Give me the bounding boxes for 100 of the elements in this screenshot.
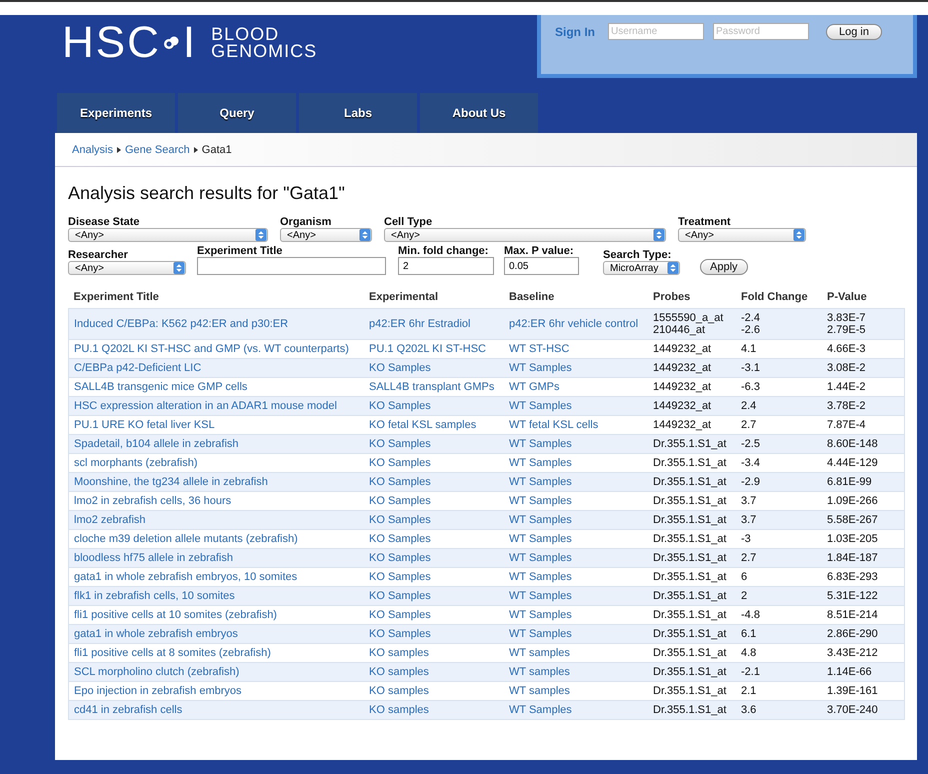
table-link[interactable]: KO Samples (364, 434, 504, 454)
table-link[interactable]: fli1 positive cells at 10 somites (zebrafish) (68, 606, 364, 624)
table-cell: 4.8 (736, 644, 822, 662)
table-link[interactable]: WT Samples (504, 548, 648, 568)
table-link[interactable]: Induced C/EBPa: K562 p42:ER and p30:ER (68, 308, 364, 340)
table-link[interactable]: KO Samples (364, 454, 504, 472)
table-link[interactable]: WT Samples (504, 510, 648, 530)
table-cell: 1449232_at (648, 378, 736, 396)
dropdown[interactable]: MicroArray (603, 261, 680, 275)
table-link[interactable]: KO Samples (364, 492, 504, 510)
apply-button[interactable]: Apply (700, 259, 748, 275)
table-link[interactable]: lmo2 in zebrafish cells, 36 hours (68, 492, 364, 510)
table-cell: 2.1 (736, 682, 822, 700)
password-field[interactable]: Password (713, 23, 809, 40)
input-field[interactable]: 2 (398, 257, 494, 275)
breadcrumb-link[interactable]: Analysis (72, 144, 113, 156)
log-in-button[interactable]: Log in (826, 24, 882, 40)
table-cell: -2.9 (736, 472, 822, 492)
table-cell: 2 (736, 586, 822, 606)
table-link[interactable]: gata1 in whole zebrafish embryos (68, 624, 364, 644)
table-link[interactable]: WT Samples (504, 454, 648, 472)
nav-tab[interactable]: About Us (420, 93, 538, 133)
table-link[interactable]: WT Samples (504, 492, 648, 510)
table-link[interactable]: WT ST-HSC (504, 340, 648, 358)
table-link[interactable]: bloodless hf75 allele in zebrafish (68, 548, 364, 568)
table-link[interactable]: p42:ER 6hr vehicle control (504, 308, 648, 340)
dropdown[interactable]: <Any> (384, 228, 666, 242)
table-link[interactable]: WT Samples (504, 624, 648, 644)
table-link[interactable]: KO samples (364, 682, 504, 700)
table-link[interactable]: Moonshine, the tg234 allele in zebrafish (68, 472, 364, 492)
table-link[interactable]: KO Samples (364, 510, 504, 530)
input-field[interactable]: 0.05 (504, 257, 579, 275)
table-link[interactable]: WT Samples (504, 700, 648, 720)
table-link[interactable]: WT samples (504, 644, 648, 662)
table-link[interactable]: Spadetail, b104 allele in zebrafish (68, 434, 364, 454)
table-link[interactable]: HSC expression alteration in an ADAR1 mouse model (68, 396, 364, 416)
column-header: Experimental (364, 289, 504, 308)
table-link[interactable]: WT Samples (504, 358, 648, 378)
table-link[interactable]: WT Samples (504, 568, 648, 586)
table-link[interactable]: KO Samples (364, 586, 504, 606)
table-cell: 6.1 (736, 624, 822, 644)
table-link[interactable]: WT samples (504, 682, 648, 700)
table-link[interactable]: WT Samples (504, 434, 648, 454)
separator-icon (194, 146, 198, 152)
table-cell: Dr.355.1.S1_at (648, 644, 736, 662)
stepper-icon (793, 229, 805, 241)
table-link[interactable]: KO Samples (364, 548, 504, 568)
table-cell: -6.3 (736, 378, 822, 396)
table-link[interactable]: PU.1 URE KO fetal liver KSL (68, 416, 364, 434)
table-link[interactable]: p42:ER 6hr Estradiol (364, 308, 504, 340)
table-link[interactable]: WT GMPs (504, 378, 648, 396)
table-link[interactable]: C/EBPa p42-Deficient LIC (68, 358, 364, 378)
username-field[interactable]: Username (608, 23, 704, 40)
breadcrumb-link[interactable]: Gene Search (124, 144, 190, 156)
table-link[interactable]: SCL morpholino clutch (zebrafish) (68, 662, 364, 682)
table-link[interactable]: SALL4B transplant GMPs (364, 378, 504, 396)
dropdown[interactable]: <Any> (68, 261, 186, 275)
field-label: Organism (280, 216, 332, 228)
table-cell: 3.83E-7 2.79E-5 (822, 308, 904, 340)
table-link[interactable]: KO Samples (364, 530, 504, 548)
table-link[interactable]: lmo2 zebrafish (68, 510, 364, 530)
nav-tab[interactable]: Query (178, 93, 296, 133)
table-link[interactable]: WT Samples (504, 396, 648, 416)
table-link[interactable]: KO Samples (364, 624, 504, 644)
table-link[interactable]: fli1 positive cells at 8 somites (zebrafish) (68, 644, 364, 662)
dropdown[interactable]: <Any> (68, 228, 268, 242)
table-link[interactable]: KO fetal KSL samples (364, 416, 504, 434)
field-label: Researcher (68, 249, 129, 261)
table-link[interactable]: KO Samples (364, 606, 504, 624)
table-link[interactable]: KO Samples (364, 568, 504, 586)
table-link[interactable]: WT samples (504, 662, 648, 682)
table-link[interactable]: SALL4B transgenic mice GMP cells (68, 378, 364, 396)
table-link[interactable]: PU.1 Q202L KI ST-HSC (364, 340, 504, 358)
table-cell: 6.81E-99 (822, 472, 904, 492)
table-link[interactable]: KO Samples (364, 358, 504, 378)
table-link[interactable]: WT Samples (504, 530, 648, 548)
nav-tab[interactable]: Labs (299, 93, 417, 133)
table-link[interactable]: KO Samples (364, 472, 504, 492)
input-field[interactable] (197, 257, 386, 275)
table-cell: Dr.355.1.S1_at (648, 548, 736, 568)
table-link[interactable]: Epo injection in zebrafish embryos (68, 682, 364, 700)
dropdown[interactable]: <Any> (678, 228, 806, 242)
table-cell: Dr.355.1.S1_at (648, 530, 736, 548)
dropdown[interactable]: <Any> (280, 228, 372, 242)
table-link[interactable]: WT fetal KSL cells (504, 416, 648, 434)
table-link[interactable]: KO Samples (364, 396, 504, 416)
table-link[interactable]: flk1 in zebrafish cells, 10 somites (68, 586, 364, 606)
table-link[interactable]: gata1 in whole zebrafish embryos, 10 somites (68, 568, 364, 586)
table-link[interactable]: WT Samples (504, 586, 648, 606)
table-link[interactable]: PU.1 Q202L KI ST-HSC and GMP (vs. WT counterparts) (68, 340, 364, 358)
table-link[interactable]: WT Samples (504, 606, 648, 624)
table-link[interactable]: WT Samples (504, 472, 648, 492)
table-link[interactable]: scl morphants (zebrafish) (68, 454, 364, 472)
table-cell: 3.08E-2 (822, 358, 904, 378)
table-link[interactable]: KO samples (364, 644, 504, 662)
nav-tab[interactable]: Experiments (57, 93, 175, 133)
table-link[interactable]: cloche m39 deletion allele mutants (zebrafish) (68, 530, 364, 548)
table-link[interactable]: KO samples (364, 700, 504, 720)
table-link[interactable]: KO samples (364, 662, 504, 682)
table-link[interactable]: cd41 in zebrafish cells (68, 700, 364, 720)
